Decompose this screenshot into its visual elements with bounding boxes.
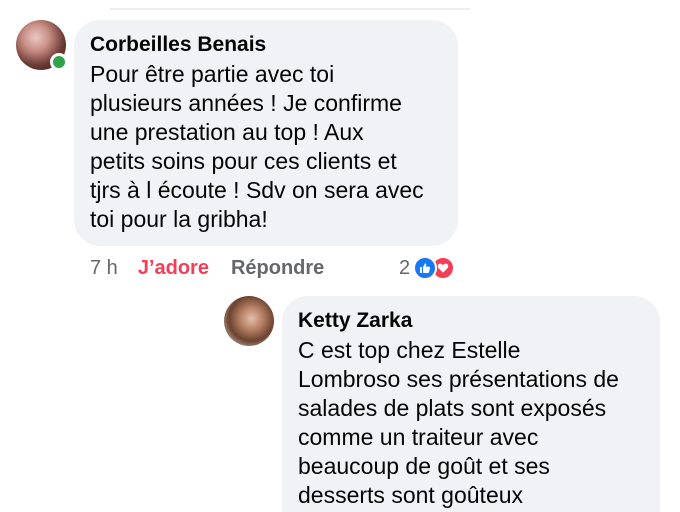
comment-bubble: Ketty Zarka C est top chez Estelle Lombr… [282, 296, 660, 512]
love-reaction-button[interactable]: J’adore [138, 257, 209, 280]
comment-thread: Corbeilles Benais Pour être partie avec … [0, 0, 680, 512]
comment-author[interactable]: Corbeilles Benais [90, 32, 442, 58]
avatar[interactable] [224, 296, 274, 346]
like-icon [413, 256, 438, 280]
online-status-indicator [50, 53, 68, 71]
reply-button[interactable]: Répondre [231, 257, 324, 280]
comment-actions: 7 h J’adore Répondre [90, 254, 324, 282]
avatar-photo [224, 296, 274, 346]
comment-text: C est top chez Estelle Lombroso ses prés… [298, 337, 619, 508]
reaction-count: 2 [399, 256, 411, 279]
comment-author[interactable]: Ketty Zarka [298, 308, 644, 334]
comment-timestamp[interactable]: 7 h [90, 257, 118, 280]
comment-text: Pour être partie avec toi plusieurs anné… [90, 61, 424, 232]
divider [110, 0, 470, 10]
comment-bubble: Corbeilles Benais Pour être partie avec … [74, 20, 458, 246]
reaction-summary[interactable]: 2 [399, 254, 456, 282]
avatar[interactable] [16, 20, 68, 71]
